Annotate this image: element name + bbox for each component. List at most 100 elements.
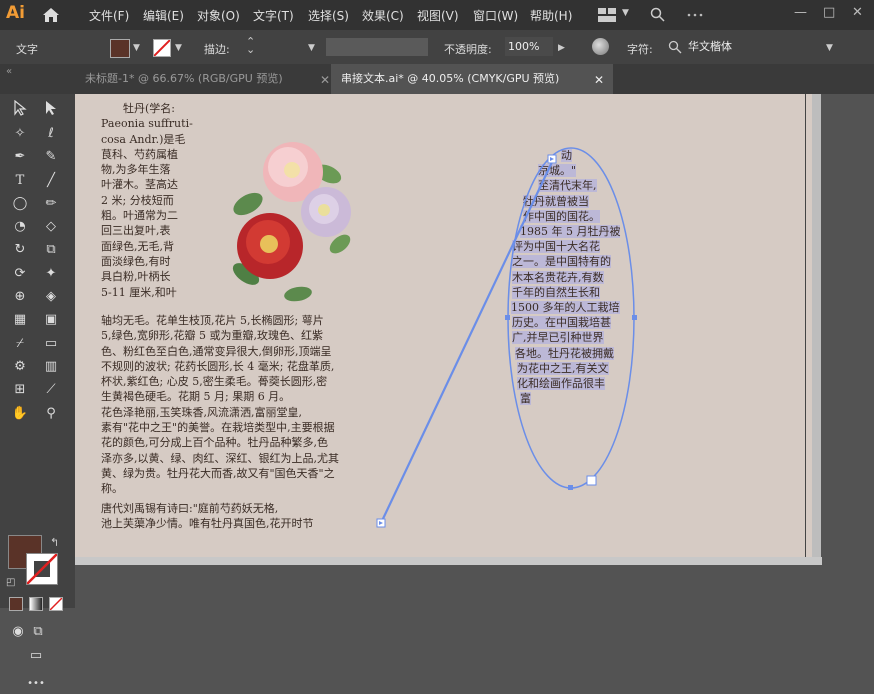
text-line: 池上芙蕖净少情。唯有牡丹真国色,花开时节 [101, 516, 314, 530]
text-line: 面淡绿色,有时 [101, 254, 171, 268]
hand-tool-icon[interactable]: ✋ [10, 404, 30, 424]
ellipse-tool-icon[interactable]: ◯ [10, 194, 30, 214]
draw-mode-icon[interactable]: ◉ [8, 622, 28, 642]
text-line: 牡丹就曾被当 [523, 194, 589, 208]
font-search-icon[interactable] [668, 40, 682, 54]
text-line: 5,绿色,宽卵形,花瓣 5 或为重瓣,玫瑰色、红紫 [101, 329, 323, 343]
shaper-tool-icon[interactable]: ◔ [10, 217, 30, 237]
fill-swatch[interactable] [110, 39, 130, 58]
menu-help[interactable]: 帮助(H) [530, 7, 572, 24]
perspective-grid-tool-icon[interactable]: ▦ [10, 310, 30, 330]
warp-tool-icon[interactable]: ⟳ [10, 264, 30, 284]
stroke-weight-caret-icon[interactable]: ▼ [308, 43, 315, 53]
text-line: 花色泽艳丽,玉笑珠香,风流潇洒,富丽堂皇, [101, 405, 302, 419]
stroke-stepper-icon[interactable]: ⌃ ⌄ [246, 36, 255, 55]
text-line: 化和绘画作品很丰 [517, 377, 605, 391]
puppet-warp-tool-icon[interactable]: ✦ [41, 264, 61, 284]
opacity-label: 不透明度: [444, 43, 492, 56]
recolor-artwork-icon[interactable] [592, 38, 609, 55]
change-screen-mode-icon[interactable]: ▭ [26, 646, 46, 666]
default-colors-icon[interactable]: ◰ [6, 577, 15, 588]
tab-linked-text[interactable]: 串接文本.ai* @ 40.05% (CMYK/GPU 预览) [331, 64, 613, 94]
tab-untitled-close-icon[interactable]: ✕ [320, 73, 330, 87]
pen-tool-icon[interactable]: ✒ [10, 147, 30, 167]
text-line: 轴均无毛。花单生枝顶,花片 5,长椭圆形; 萼片 [101, 314, 324, 327]
type-tool-icon[interactable]: T [10, 171, 30, 191]
menu-select[interactable]: 选择(S) [308, 7, 349, 24]
text-line: 素有"花中之王"的美誉。在栽培类型中,主要根据 [101, 421, 335, 435]
search-icon[interactable] [650, 7, 666, 23]
gradient-mode-button[interactable] [29, 597, 43, 611]
fill-caret-icon[interactable]: ▼ [133, 43, 140, 53]
tab-untitled[interactable]: 未标题-1* @ 66.67% (RGB/GPU 预览) [75, 64, 331, 94]
zoom-tool-icon[interactable]: ⚲ [41, 404, 61, 424]
color-mode-button[interactable] [9, 597, 23, 611]
menu-effect[interactable]: 效果(C) [362, 7, 404, 24]
swap-fill-stroke-icon[interactable]: ↰ [50, 536, 59, 549]
artboard-edge [805, 94, 806, 557]
character-label[interactable]: 字符: [627, 41, 653, 57]
minimize-button[interactable]: — [794, 5, 807, 20]
font-family-field[interactable]: 华文楷体 [688, 38, 838, 56]
paintbrush-tool-icon[interactable]: ✏ [41, 194, 61, 214]
text-line: 杯状,紫红色; 心皮 5,密生柔毛。蓇葖长圆形,密 [101, 375, 328, 389]
stroke-weight-field[interactable] [262, 38, 312, 56]
home-icon[interactable] [41, 6, 61, 24]
eyedropper-tool-icon[interactable]: ⌿ [10, 334, 30, 354]
mesh-tool-icon[interactable]: ▣ [41, 310, 61, 330]
vertical-scrollbar[interactable] [812, 94, 821, 557]
menu-edit[interactable]: 编辑(E) [143, 7, 184, 24]
menu-object[interactable]: 对象(O) [197, 7, 240, 24]
collapse-toolbar-icon[interactable]: « [6, 66, 12, 77]
none-mode-button[interactable] [49, 597, 63, 611]
text-frame-ellipse[interactable]: 动 京城。" 至清代末年, 牡丹就曾被当 作中国的国花。 1985 年 5 月牡… [511, 148, 621, 406]
menu-window[interactable]: 窗口(W) [473, 7, 518, 24]
column-graph-tool-icon[interactable]: ▥ [41, 357, 61, 377]
curvature-tool-icon[interactable]: ✎ [41, 147, 61, 167]
text-line: 唐代刘禹锡有诗曰:"庭前芍药妖无格, [101, 501, 279, 515]
text-frame-body[interactable]: 轴均无毛。花单生枝顶,花片 5,长椭圆形; 萼片 5,绿色,宽卵形,花瓣 5 或… [101, 313, 339, 531]
stroke-swatch-none[interactable] [153, 39, 171, 57]
workspace-caret-icon[interactable]: ▼ [622, 8, 629, 18]
text-line: 京城。" [538, 164, 577, 178]
opacity-input[interactable]: 100% [505, 37, 553, 56]
stroke-color-box[interactable] [26, 553, 58, 585]
text-line: 叶灌木。茎高达 [101, 178, 178, 192]
edit-toolbar-icon[interactable]: ••• [26, 674, 46, 694]
live-paint-tool-icon[interactable]: ◈ [41, 287, 61, 307]
opacity-caret-icon[interactable]: ▶ [558, 43, 565, 53]
direct-selection-tool-icon[interactable] [41, 100, 61, 120]
peony-illustration[interactable] [228, 134, 353, 304]
eraser-tool-icon[interactable]: ◇ [41, 217, 61, 237]
font-caret-icon[interactable]: ▼ [826, 43, 833, 53]
magic-wand-tool-icon[interactable]: ✧ [10, 124, 30, 144]
line-tool-icon[interactable]: ╱ [41, 171, 61, 191]
horizontal-scrollbar[interactable] [75, 557, 822, 565]
stroke-label: 描边: [204, 43, 230, 56]
rotate-tool-icon[interactable]: ↻ [10, 240, 30, 260]
scale-tool-icon[interactable]: ⧉ [41, 240, 61, 260]
selection-tool-icon[interactable] [10, 99, 30, 120]
slice-tool-icon[interactable]: ⟋ [41, 380, 61, 400]
close-window-button[interactable]: ✕ [852, 5, 863, 20]
symbol-sprayer-tool-icon[interactable]: ⚙ [10, 357, 30, 377]
maximize-button[interactable]: □ [823, 5, 835, 20]
menu-bar: Ai 文件(F) 编辑(E) 对象(O) 文字(T) 选择(S) 效果(C) 视… [0, 0, 874, 30]
screen-mode-icon[interactable]: ⧉ [28, 622, 48, 642]
blend-tool-icon[interactable]: ▭ [41, 334, 61, 354]
menu-file[interactable]: 文件(F) [89, 7, 129, 24]
stroke-caret-icon[interactable]: ▼ [175, 43, 182, 53]
menu-view[interactable]: 视图(V) [417, 7, 459, 24]
tab-linked-text-close-icon[interactable]: ✕ [594, 73, 604, 87]
text-line: cosa Andr.)是毛 [101, 132, 186, 146]
text-frame-left[interactable]: 牡丹(学名: Paeonia suffruti- cosa Andr.)是毛 茛… [101, 101, 193, 300]
text-line: 之一。是中国特有的 [512, 255, 611, 269]
menu-type[interactable]: 文字(T) [253, 7, 294, 24]
text-line: 历史。在中国栽培甚 [512, 316, 611, 330]
variable-width-profile[interactable] [326, 38, 428, 56]
shape-builder-tool-icon[interactable]: ⊕ [10, 287, 30, 307]
lasso-tool-icon[interactable]: ℓ [41, 124, 61, 144]
artboard-tool-icon[interactable]: ⊞ [10, 380, 30, 400]
right-panel-area [822, 94, 874, 608]
workspace-icon[interactable] [598, 8, 616, 22]
